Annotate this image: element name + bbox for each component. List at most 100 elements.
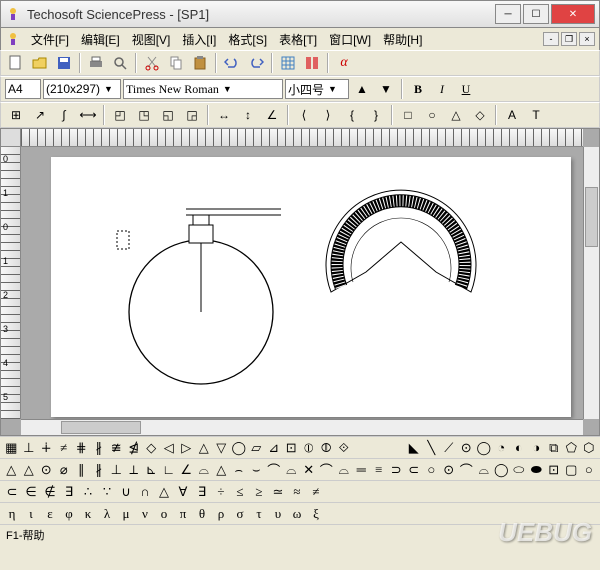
symbol-row4-10[interactable]: θ xyxy=(193,505,211,523)
symbol-row1-3[interactable]: ≠ xyxy=(56,439,73,457)
vertical-ruler[interactable]: 01012345 xyxy=(1,147,21,419)
symbol-row1-1[interactable]: ⊥ xyxy=(21,439,38,457)
menu-edit[interactable]: 编辑[E] xyxy=(75,29,126,50)
hscroll-thumb[interactable] xyxy=(61,421,141,434)
obj-math-icon[interactable]: ∫ xyxy=(53,104,75,126)
symbol-row3-1[interactable]: ∈ xyxy=(22,483,40,501)
symbol-row3-13[interactable]: ≥ xyxy=(250,483,268,501)
menu-help[interactable]: 帮助[H] xyxy=(377,29,428,50)
symbol-row2-0[interactable]: △ xyxy=(3,461,20,479)
symbol-row1-7[interactable]: ⋬ xyxy=(126,439,143,457)
symbol-row4-1[interactable]: ι xyxy=(22,505,40,523)
symbol-row1-23[interactable]: ◣ xyxy=(406,439,423,457)
preview-button[interactable] xyxy=(109,52,131,74)
symbol-row4-11[interactable]: ρ xyxy=(212,505,230,523)
symbol-row2-21[interactable]: ≡ xyxy=(371,461,388,479)
symbol-row4-9[interactable]: π xyxy=(174,505,192,523)
bracket3-icon[interactable]: { xyxy=(341,104,363,126)
maximize-button[interactable]: ☐ xyxy=(523,4,549,24)
dim-v-icon[interactable]: ↕ xyxy=(237,104,259,126)
symbol-row1-14[interactable]: ▱ xyxy=(248,439,265,457)
save-button[interactable] xyxy=(53,52,75,74)
shape4-icon[interactable]: ◇ xyxy=(469,104,491,126)
symbol-row2-10[interactable]: ∠ xyxy=(178,461,195,479)
bracket1-icon[interactable]: ⟨ xyxy=(293,104,315,126)
minimize-button[interactable]: ─ xyxy=(495,4,521,24)
bracket2-icon[interactable]: ⟩ xyxy=(317,104,339,126)
symbol-row1-25[interactable]: ⟋ xyxy=(441,439,458,457)
symbol-row3-15[interactable]: ≈ xyxy=(288,483,306,501)
symbol-row1-29[interactable]: ◐ xyxy=(511,439,528,457)
symbol-row2-30[interactable]: ⬬ xyxy=(528,461,545,479)
menu-window[interactable]: 窗口[W] xyxy=(323,29,377,50)
dim-h-icon[interactable]: ↔ xyxy=(213,104,235,126)
text1-icon[interactable]: A xyxy=(501,104,523,126)
mdi-close-button[interactable]: × xyxy=(579,32,595,46)
align-bl-icon[interactable]: ◱ xyxy=(157,104,179,126)
symbol-row2-11[interactable]: ⌓ xyxy=(196,461,213,479)
font-size-down-button[interactable]: ▼ xyxy=(375,78,397,100)
vscroll-thumb[interactable] xyxy=(585,187,598,247)
symbol-row3-7[interactable]: ∩ xyxy=(136,483,154,501)
symbol-row1-4[interactable]: ⋕ xyxy=(73,439,90,457)
symbol-row1-16[interactable]: ⊡ xyxy=(283,439,300,457)
paper-size-combo[interactable]: (210x297)▼ xyxy=(43,79,121,99)
symbol-row2-20[interactable]: ═ xyxy=(353,461,370,479)
symbol-row4-4[interactable]: κ xyxy=(79,505,97,523)
symbol-row1-33[interactable]: ⬡ xyxy=(581,439,598,457)
symbol-row3-14[interactable]: ≃ xyxy=(269,483,287,501)
symbol-row4-14[interactable]: υ xyxy=(269,505,287,523)
symbol-row4-12[interactable]: σ xyxy=(231,505,249,523)
bracket4-icon[interactable]: } xyxy=(365,104,387,126)
symbol-row1-10[interactable]: ▷ xyxy=(178,439,195,457)
symbol-row1-28[interactable]: ◔ xyxy=(493,439,510,457)
paper-combo[interactable]: A4 xyxy=(5,79,41,99)
symbol-row2-9[interactable]: ∟ xyxy=(161,461,178,479)
symbol-row1-20[interactable] xyxy=(353,439,370,457)
symbol-row4-6[interactable]: μ xyxy=(117,505,135,523)
copy-button[interactable] xyxy=(165,52,187,74)
symbol-row1-15[interactable]: ⊿ xyxy=(266,439,283,457)
symbol-alpha-button[interactable]: α xyxy=(333,52,355,74)
symbol-row2-24[interactable]: ○ xyxy=(423,461,440,479)
symbol-row2-18[interactable]: ⌒ xyxy=(318,461,335,479)
symbol-row1-19[interactable]: ⟐ xyxy=(336,439,353,457)
symbol-row1-2[interactable]: ∔ xyxy=(38,439,55,457)
horizontal-scrollbar[interactable] xyxy=(21,419,583,435)
obj-group-icon[interactable]: ⊞ xyxy=(5,104,27,126)
symbol-row3-11[interactable]: ÷ xyxy=(212,483,230,501)
symbol-row1-11[interactable]: △ xyxy=(196,439,213,457)
obj-ruler-icon[interactable]: ⟷ xyxy=(77,104,99,126)
symbol-row1-12[interactable]: ▽ xyxy=(213,439,230,457)
horizontal-ruler[interactable] xyxy=(21,129,583,147)
symbol-row2-25[interactable]: ⊙ xyxy=(441,461,458,479)
symbol-row4-13[interactable]: τ xyxy=(250,505,268,523)
symbol-row1-21[interactable] xyxy=(371,439,388,457)
symbol-row2-33[interactable]: ○ xyxy=(581,461,598,479)
symbol-row1-6[interactable]: ≇ xyxy=(108,439,125,457)
symbol-row4-16[interactable]: ξ xyxy=(307,505,325,523)
symbol-row3-4[interactable]: ∴ xyxy=(79,483,97,501)
bold-button[interactable]: B xyxy=(407,78,429,100)
symbol-row2-29[interactable]: ⬭ xyxy=(511,461,528,479)
shape1-icon[interactable]: □ xyxy=(397,104,419,126)
symbol-row2-5[interactable]: ∦ xyxy=(91,461,108,479)
italic-button[interactable]: I xyxy=(431,78,453,100)
symbol-row2-7[interactable]: ⟂ xyxy=(126,461,143,479)
symbol-row1-26[interactable]: ⊙ xyxy=(458,439,475,457)
symbol-row3-16[interactable]: ≠ xyxy=(307,483,325,501)
obj-arrow-icon[interactable]: ↗ xyxy=(29,104,51,126)
symbol-row4-15[interactable]: ω xyxy=(288,505,306,523)
symbol-row2-27[interactable]: ⌓ xyxy=(476,461,493,479)
symbol-row2-15[interactable]: ⌒ xyxy=(266,461,283,479)
menu-format[interactable]: 格式[S] xyxy=(222,29,273,50)
symbol-row2-1[interactable]: △ xyxy=(21,461,38,479)
symbol-row4-3[interactable]: φ xyxy=(60,505,78,523)
text2-icon[interactable]: T xyxy=(525,104,547,126)
symbol-row2-32[interactable]: ▢ xyxy=(563,461,580,479)
symbol-row3-2[interactable]: ∉ xyxy=(41,483,59,501)
symbol-row2-12[interactable]: △ xyxy=(213,461,230,479)
symbol-row3-10[interactable]: ∃ xyxy=(193,483,211,501)
symbol-row2-22[interactable]: ⊃ xyxy=(388,461,405,479)
symbol-row4-0[interactable]: η xyxy=(3,505,21,523)
